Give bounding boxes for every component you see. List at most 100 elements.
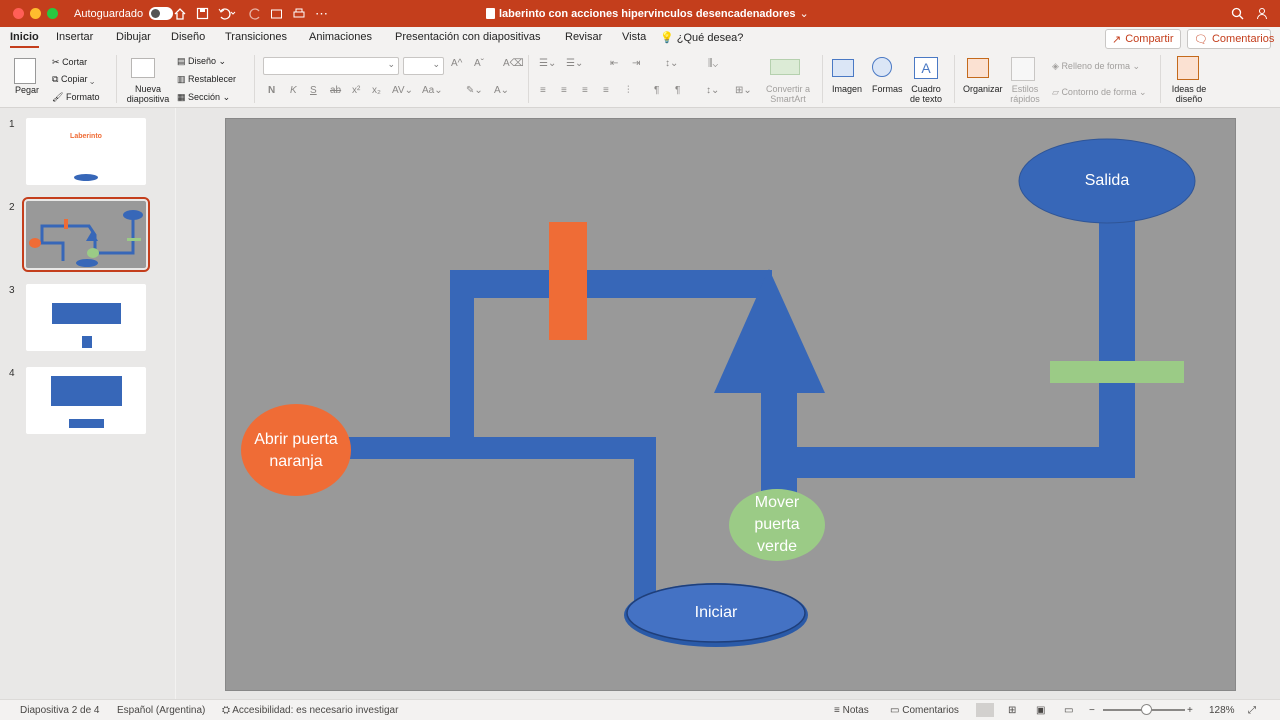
- increase-indent-icon[interactable]: ⇥: [632, 58, 640, 69]
- strikethrough-icon[interactable]: ab: [330, 85, 341, 96]
- slideshow-icon[interactable]: ▭: [1064, 705, 1073, 716]
- slide-thumbnail-3[interactable]: [26, 284, 146, 351]
- shapes-icon[interactable]: [872, 57, 892, 77]
- shape-fill-button[interactable]: ◈ Relleno de forma ⌄: [1052, 61, 1140, 72]
- align-right-icon[interactable]: ≡: [582, 85, 588, 96]
- image-label[interactable]: Imagen: [832, 84, 862, 94]
- distribute-icon[interactable]: ⫶: [627, 85, 630, 96]
- fit-slide-icon[interactable]: ⤢: [1248, 705, 1256, 716]
- arrange-icon[interactable]: [967, 58, 989, 78]
- paste-label[interactable]: Pegar: [15, 85, 39, 95]
- reading-view-icon[interactable]: ▣: [1036, 705, 1045, 716]
- italic-icon[interactable]: K: [290, 85, 297, 96]
- cut-button[interactable]: ✂ Cortar: [52, 57, 87, 68]
- paste-icon[interactable]: [14, 58, 36, 84]
- search-icon[interactable]: [1231, 6, 1244, 21]
- accessibility-button[interactable]: ⛭ Accesibilidad: es necesario investigar: [222, 705, 398, 716]
- language-indicator[interactable]: Español (Argentina): [117, 705, 205, 716]
- status-comments-button[interactable]: ▭ Comentarios: [890, 705, 959, 716]
- customize-icon[interactable]: [270, 6, 284, 21]
- superscript-icon[interactable]: x²: [352, 85, 360, 96]
- slide-thumbnail-1[interactable]: Laberinto: [26, 118, 146, 185]
- line-spacing-icon[interactable]: ↕⌄: [665, 58, 678, 69]
- new-slide-label[interactable]: Nueva diapositiva: [124, 84, 172, 104]
- underline-icon[interactable]: S: [310, 85, 317, 96]
- quick-styles-icon[interactable]: [1011, 57, 1035, 81]
- tell-me-search[interactable]: 💡 ¿Qué desea?: [660, 31, 743, 44]
- slide-thumbnail-4[interactable]: [26, 367, 146, 434]
- normal-view-icon[interactable]: [976, 703, 994, 717]
- slide-sorter-icon[interactable]: ⊞: [1008, 705, 1016, 716]
- green-door[interactable]: [1050, 361, 1184, 383]
- undo-icon[interactable]: [217, 6, 237, 21]
- tab-revisar[interactable]: Revisar: [565, 31, 602, 43]
- share-button[interactable]: ↗ Compartir: [1105, 29, 1181, 49]
- zoom-window-button[interactable]: [47, 8, 58, 19]
- slide-thumbnail-2[interactable]: [22, 197, 150, 272]
- font-size-select[interactable]: [403, 57, 444, 75]
- highlight-icon[interactable]: ✎⌄: [466, 85, 483, 96]
- align-center-icon[interactable]: ≡: [561, 85, 567, 96]
- zoom-level[interactable]: 128%: [1209, 705, 1235, 716]
- change-case-icon[interactable]: Aa⌄: [422, 85, 443, 96]
- text-direction-icon[interactable]: ↕⌄: [706, 85, 719, 96]
- minimize-window-button[interactable]: [30, 8, 41, 19]
- close-window-button[interactable]: [13, 8, 24, 19]
- image-icon[interactable]: [832, 59, 854, 77]
- print-icon[interactable]: [292, 6, 306, 21]
- char-spacing-icon[interactable]: AV⌄: [392, 85, 413, 96]
- redo-icon[interactable]: [249, 6, 263, 21]
- slide-canvas[interactable]: Salida Abrir puerta naranja Mover puerta…: [225, 118, 1236, 691]
- section-button[interactable]: ▦ Sección ⌄: [177, 92, 230, 103]
- decrease-font-icon[interactable]: Aˇ: [474, 58, 484, 69]
- tab-presentacion[interactable]: Presentación con diapositivas: [395, 31, 541, 43]
- autosave-toggle[interactable]: [149, 7, 174, 20]
- tab-animaciones[interactable]: Animaciones: [309, 31, 372, 43]
- shapes-label[interactable]: Formas: [872, 84, 903, 94]
- slide-thumbnail-panel[interactable]: 1 Laberinto 2 3 4: [0, 108, 175, 699]
- copy-button[interactable]: ⧉ Copiar ⌄: [52, 74, 94, 85]
- format-painter-button[interactable]: 🖌 Formato: [52, 92, 99, 103]
- decrease-indent-icon[interactable]: ⇤: [610, 58, 618, 69]
- textbox-label[interactable]: Cuadro de texto: [906, 84, 946, 104]
- zoom-out-icon[interactable]: −: [1089, 705, 1095, 716]
- layout-button[interactable]: ▤ Diseño ⌄: [177, 56, 226, 67]
- autosave-control[interactable]: Autoguardado: [74, 6, 174, 21]
- bullets-icon[interactable]: ☰⌄: [539, 58, 556, 69]
- textbox-icon[interactable]: A: [914, 57, 938, 79]
- justify-icon[interactable]: ≡: [603, 85, 609, 96]
- design-ideas-label[interactable]: Ideas de diseño: [1168, 84, 1210, 104]
- zoom-slider-thumb[interactable]: [1141, 704, 1152, 715]
- subscript-icon[interactable]: x₂: [372, 85, 381, 96]
- share-people-icon[interactable]: [1256, 6, 1270, 21]
- reset-button[interactable]: ▥ Restablecer: [177, 74, 236, 85]
- tab-vista[interactable]: Vista: [622, 31, 646, 43]
- save-icon[interactable]: [196, 6, 209, 21]
- clear-format-icon[interactable]: A⌫: [503, 58, 524, 69]
- align-left-icon[interactable]: ≡: [540, 85, 546, 96]
- rtl-icon[interactable]: ¶: [675, 85, 680, 96]
- align-text-icon[interactable]: ⊞⌄: [735, 85, 752, 96]
- tab-transiciones[interactable]: Transiciones: [225, 31, 287, 43]
- font-color-icon[interactable]: A⌄: [494, 85, 509, 96]
- tab-diseno[interactable]: Diseño: [171, 31, 205, 43]
- font-family-select[interactable]: [263, 57, 399, 75]
- tab-dibujar[interactable]: Dibujar: [116, 31, 151, 43]
- comments-button[interactable]: 🗨 Comentarios: [1187, 29, 1274, 49]
- more-options-icon[interactable]: ⋯: [315, 6, 328, 21]
- smartart-icon[interactable]: [770, 59, 800, 75]
- tab-insertar[interactable]: Insertar: [56, 31, 93, 43]
- shape-outline-button[interactable]: ▱ Contorno de forma ⌄: [1052, 87, 1147, 98]
- notes-button[interactable]: ≡ Notas: [834, 705, 869, 716]
- orange-door[interactable]: [549, 222, 587, 340]
- zoom-in-icon[interactable]: +: [1187, 705, 1193, 716]
- quick-styles-label[interactable]: Estilos rápidos: [1005, 84, 1045, 104]
- arrange-label[interactable]: Organizar: [963, 84, 1003, 94]
- columns-icon[interactable]: ⫼⌄: [708, 58, 718, 69]
- new-slide-icon[interactable]: [131, 58, 155, 78]
- tab-inicio[interactable]: Inicio: [10, 31, 39, 48]
- numbering-icon[interactable]: ☰⌄: [566, 58, 583, 69]
- bold-icon[interactable]: N: [268, 85, 275, 96]
- design-ideas-icon[interactable]: [1177, 56, 1199, 80]
- ltr-icon[interactable]: ¶: [654, 85, 659, 96]
